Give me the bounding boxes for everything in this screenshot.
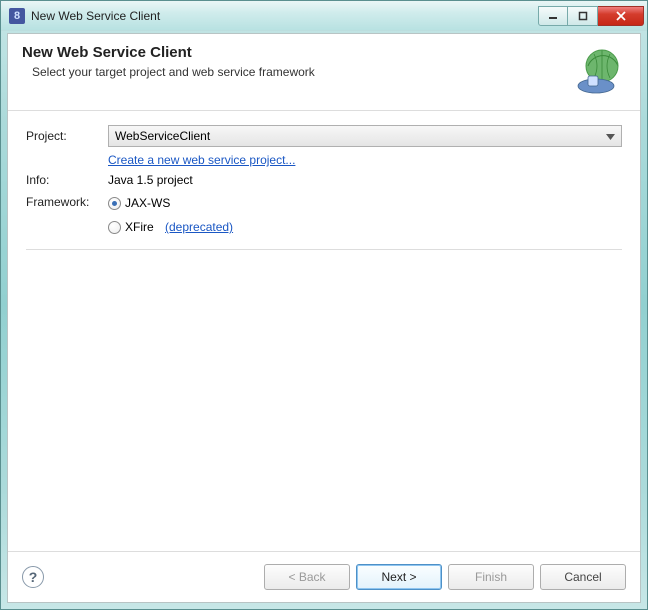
radio-xfire[interactable]: XFire (deprecated) (108, 217, 622, 237)
info-label: Info: (26, 173, 104, 187)
next-button[interactable]: Next > (356, 564, 442, 590)
dialog-frame: New Web Service Client Select your targe… (7, 33, 641, 603)
radio-icon (108, 221, 121, 234)
close-button[interactable] (598, 6, 644, 26)
radio-xfire-label: XFire (125, 220, 154, 234)
titlebar[interactable]: 8 New Web Service Client (1, 1, 647, 31)
help-icon: ? (29, 569, 38, 585)
radio-jaxws[interactable]: JAX-WS (108, 193, 622, 213)
deprecated-link[interactable]: (deprecated) (165, 220, 233, 234)
project-value: WebServiceClient (115, 129, 210, 143)
divider (26, 249, 622, 250)
dialog-window: 8 New Web Service Client New Web Service… (0, 0, 648, 610)
header-banner: New Web Service Client Select your targe… (8, 34, 640, 111)
window-controls (538, 6, 644, 26)
finish-button[interactable]: Finish (448, 564, 534, 590)
radio-icon (108, 197, 121, 210)
minimize-button[interactable] (538, 6, 568, 26)
page-subtitle: Select your target project and web servi… (32, 65, 566, 79)
page-title: New Web Service Client (22, 44, 566, 61)
button-bar: ? < Back Next > Finish Cancel (8, 551, 640, 602)
create-project-link[interactable]: Create a new web service project... (108, 153, 295, 167)
wizard-globe-icon (574, 44, 626, 96)
close-icon (615, 11, 627, 21)
form-content: Project: WebServiceClient Create a new w… (8, 111, 640, 551)
info-value: Java 1.5 project (108, 173, 622, 187)
window-title: New Web Service Client (31, 9, 538, 23)
framework-label: Framework: (26, 193, 104, 209)
radio-jaxws-label: JAX-WS (125, 196, 170, 210)
project-select[interactable]: WebServiceClient (108, 125, 622, 147)
chevron-down-icon (606, 129, 615, 143)
cancel-button[interactable]: Cancel (540, 564, 626, 590)
back-button[interactable]: < Back (264, 564, 350, 590)
maximize-button[interactable] (568, 6, 598, 26)
app-icon: 8 (9, 8, 25, 24)
project-label: Project: (26, 129, 104, 143)
maximize-icon (578, 11, 588, 21)
minimize-icon (548, 11, 558, 21)
help-button[interactable]: ? (22, 566, 44, 588)
